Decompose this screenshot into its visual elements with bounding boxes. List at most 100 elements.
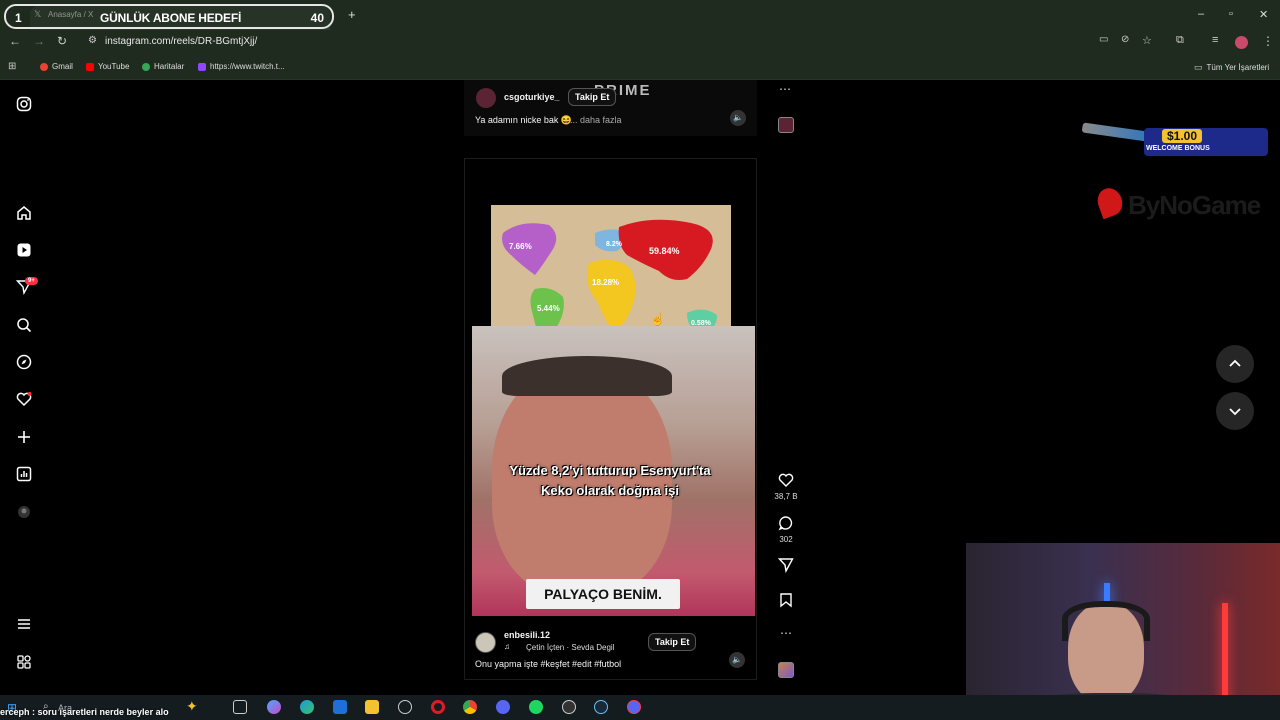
webcam-overlay bbox=[966, 543, 1280, 720]
address-bar[interactable]: instagram.com/reels/DR-BGmtjXjj/ bbox=[105, 36, 257, 47]
back-icon[interactable]: ← bbox=[9, 34, 21, 48]
gmail-icon bbox=[40, 62, 48, 71]
heart-icon bbox=[778, 473, 794, 487]
install-app-icon[interactable]: ▭ bbox=[1099, 34, 1108, 45]
extensions-icon[interactable]: ⧉ bbox=[1176, 34, 1184, 47]
new-tab-button[interactable]: + bbox=[348, 7, 356, 22]
mute-icon[interactable]: 🔈 bbox=[730, 110, 746, 126]
create-plus-icon[interactable] bbox=[14, 427, 34, 447]
bookmark-maps[interactable]: Haritalar bbox=[142, 62, 184, 71]
prev-more-options-icon[interactable]: ⋯ bbox=[779, 82, 791, 96]
reel-music-info[interactable]: Çetin İçten · Sevda Degil bbox=[526, 643, 615, 652]
hair-shape bbox=[502, 356, 672, 396]
obs-icon[interactable] bbox=[562, 700, 576, 714]
reel-sign-text: PALYAÇO BENİM. bbox=[526, 579, 680, 609]
follow-button[interactable]: Takip Et bbox=[648, 633, 697, 651]
profile-avatar[interactable] bbox=[1235, 36, 1248, 49]
ad-price: $1.00 bbox=[1162, 129, 1203, 143]
reel-mute-icon[interactable]: 🔈 bbox=[729, 652, 745, 668]
file-explorer-icon[interactable] bbox=[365, 700, 379, 714]
map-label-asia: 59.84% bbox=[649, 246, 680, 256]
sponsor-brand: ByNoGame bbox=[1128, 190, 1261, 220]
xbox-icon[interactable] bbox=[398, 700, 412, 714]
hide-icon[interactable]: ⊘ bbox=[1121, 34, 1129, 45]
share-button[interactable] bbox=[776, 557, 796, 575]
map-label-south-america: 5.44% bbox=[537, 304, 560, 313]
all-bookmarks[interactable]: ▭ Tüm Yer İşaretleri bbox=[1194, 62, 1269, 73]
spotify-icon[interactable] bbox=[529, 700, 543, 714]
previous-reel-footer: PRIME csgoturkiye_ Takip Et Ya adamın ni… bbox=[464, 80, 757, 136]
mail-icon[interactable] bbox=[333, 700, 347, 714]
reel-author-avatar[interactable] bbox=[475, 632, 496, 653]
stream-chat-message: erceph : soru işaretleri nerde beyler al… bbox=[0, 707, 169, 717]
sponsor-logo bbox=[1093, 184, 1127, 221]
reload-icon[interactable]: ↻ bbox=[57, 34, 67, 48]
goal-title: GÜNLÜK ABONE HEDEFİ bbox=[100, 11, 242, 25]
reel-description: Onu yapma işte #keşfet #edit #futbol bbox=[475, 659, 622, 669]
map-label-africa: 18.28% bbox=[592, 278, 620, 287]
next-reel-button[interactable] bbox=[1216, 392, 1254, 430]
copilot-sparkle-icon[interactable]: ✦ bbox=[186, 698, 198, 715]
edge-icon[interactable] bbox=[300, 700, 314, 714]
reel-author-username[interactable]: enbesili.12 bbox=[504, 630, 550, 640]
minimize-icon[interactable]: – bbox=[1198, 8, 1204, 20]
subscriber-goal-overlay: 1 GÜNLÜK ABONE HEDEFİ 40 bbox=[4, 4, 334, 29]
discord-icon[interactable] bbox=[496, 700, 510, 714]
chrome-icon[interactable] bbox=[463, 700, 477, 714]
search-icon[interactable] bbox=[14, 315, 34, 335]
dashboard-icon[interactable] bbox=[14, 464, 34, 484]
maximize-icon[interactable]: ▫ bbox=[1229, 8, 1233, 20]
flame-logo-icon bbox=[1093, 184, 1127, 220]
prev-reel-avatar[interactable] bbox=[476, 88, 496, 108]
twitch-icon bbox=[198, 62, 206, 71]
map-label-north-america: 7.66% bbox=[509, 242, 532, 251]
chevron-up-icon bbox=[1229, 359, 1241, 367]
prev-reel-username[interactable]: csgoturkiye_ bbox=[504, 92, 560, 102]
ad-bonus: WELCOME BONUS bbox=[1146, 145, 1210, 152]
face-shape bbox=[492, 366, 672, 596]
notifications-heart-icon[interactable] bbox=[14, 389, 34, 409]
bookmark-youtube[interactable]: YouTube bbox=[86, 62, 129, 71]
steam-icon[interactable] bbox=[594, 700, 608, 714]
reel-caption-line-1: Yüzde 8,2'yi tutturup Esenyurt'ta bbox=[509, 463, 711, 478]
task-view-icon[interactable] bbox=[233, 700, 247, 714]
bookmark-gmail[interactable]: Gmail bbox=[40, 62, 73, 71]
instagram-logo-icon[interactable] bbox=[14, 94, 34, 114]
like-button[interactable] bbox=[776, 472, 796, 490]
comment-icon bbox=[778, 516, 793, 531]
site-info-icon[interactable]: ⚙ bbox=[88, 35, 97, 46]
discord-ptb-icon[interactable] bbox=[627, 700, 641, 714]
close-window-icon[interactable]: ✕ bbox=[1259, 8, 1268, 21]
reels-icon[interactable] bbox=[14, 240, 34, 260]
comment-count: 302 bbox=[779, 535, 793, 544]
map-label-europe: 8.2% bbox=[606, 241, 622, 248]
maps-pin-icon bbox=[142, 62, 150, 71]
reading-list-icon[interactable]: ≡ bbox=[1212, 34, 1218, 46]
like-count: 38,7 B bbox=[774, 492, 798, 501]
opera-icon[interactable] bbox=[431, 700, 445, 714]
prev-reel-more-link[interactable]: ... daha fazla bbox=[570, 115, 622, 125]
menu-kebab-icon[interactable]: ⋮ bbox=[1262, 34, 1274, 48]
also-from-meta-icon[interactable] bbox=[14, 652, 34, 672]
more-menu-icon[interactable] bbox=[14, 614, 34, 634]
music-note-icon: ♫ bbox=[504, 642, 510, 651]
forward-icon[interactable]: → bbox=[33, 34, 45, 48]
mouse-cursor-icon: ☝ bbox=[650, 312, 665, 326]
bookmark-twitch[interactable]: https://www.twitch.t... bbox=[198, 62, 285, 71]
home-icon[interactable] bbox=[14, 203, 34, 223]
prev-audio-thumb[interactable] bbox=[778, 117, 794, 133]
profile-avatar-icon[interactable] bbox=[14, 502, 34, 522]
audio-thumbnail[interactable] bbox=[778, 662, 794, 678]
copilot-app-icon[interactable] bbox=[267, 700, 281, 714]
comment-button[interactable] bbox=[776, 515, 796, 533]
bookmark-star-icon[interactable]: ☆ bbox=[1142, 34, 1152, 47]
youtube-icon bbox=[86, 62, 94, 71]
goal-current: 1 bbox=[15, 11, 22, 25]
apps-grid-icon[interactable]: ⊞ bbox=[8, 61, 16, 72]
prev-reel-follow-button[interactable]: Takip Et bbox=[568, 88, 617, 106]
previous-reel-button[interactable] bbox=[1216, 345, 1254, 383]
save-button[interactable] bbox=[776, 592, 796, 610]
explore-icon[interactable] bbox=[14, 352, 34, 372]
more-options-button[interactable]: ⋯ bbox=[776, 626, 796, 640]
folder-icon: ▭ bbox=[1194, 62, 1203, 72]
